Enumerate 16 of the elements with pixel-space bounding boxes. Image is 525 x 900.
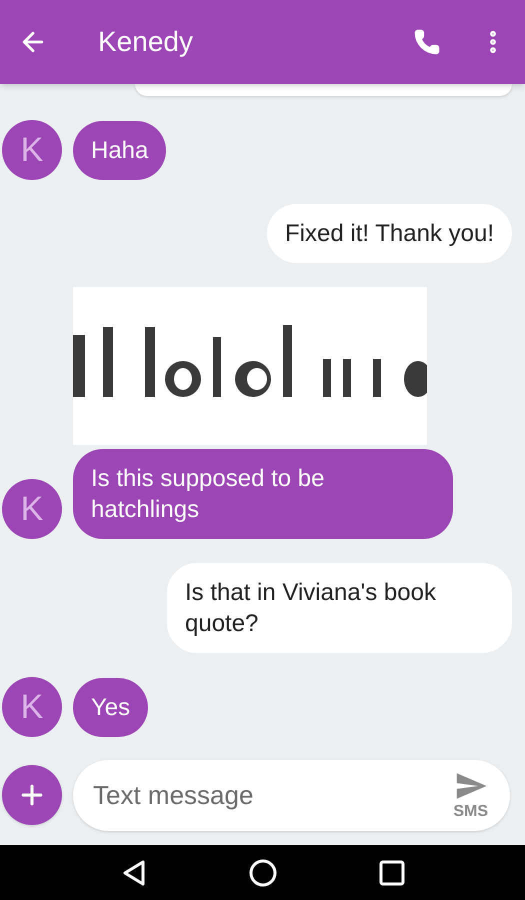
add-button[interactable] — [2, 765, 62, 825]
contact-avatar[interactable]: K — [2, 479, 62, 539]
contact-name: Kenedy — [98, 25, 193, 59]
back-icon[interactable] — [120, 858, 146, 886]
message-bubble: Is that in Viviana's book quote? — [167, 563, 512, 653]
contact-avatar[interactable]: K — [2, 120, 62, 180]
message-bubble: Haha — [73, 121, 166, 180]
message-bubble: Fixed it! Thank you! — [267, 204, 512, 263]
contact-avatar[interactable]: K — [2, 677, 62, 737]
overview-icon[interactable] — [378, 860, 404, 886]
phone-icon[interactable] — [413, 28, 441, 56]
message-field[interactable]: Text message SMS — [73, 760, 510, 830]
message-bubble: Is this supposed to be hatchlings — [73, 449, 453, 539]
home-icon[interactable] — [248, 858, 278, 888]
send-button[interactable]: SMS — [453, 769, 488, 821]
message-bubble: Yes — [73, 678, 148, 737]
